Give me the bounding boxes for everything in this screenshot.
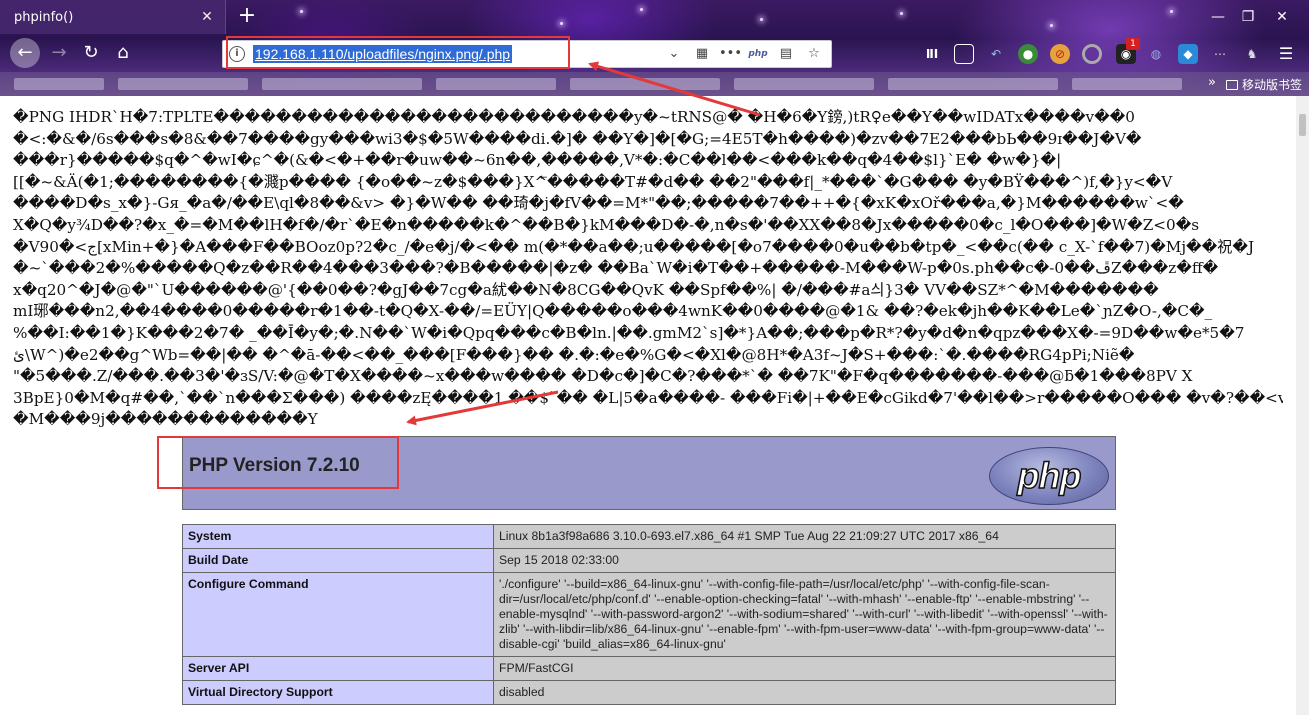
- php-logo-text: php: [1017, 454, 1082, 497]
- extension-badge: 1: [1126, 38, 1140, 50]
- more-actions-icon[interactable]: •••: [719, 43, 742, 65]
- home-button[interactable]: ⌂: [108, 38, 138, 68]
- info-value: FPM/FastCGI: [493, 656, 1116, 681]
- chevron-down-icon[interactable]: ⌄: [663, 43, 685, 65]
- extension-chain-icon[interactable]: ⋯: [1210, 44, 1230, 64]
- extension-ring-icon[interactable]: [1082, 44, 1102, 64]
- vertical-scrollbar[interactable]: [1296, 96, 1309, 715]
- info-key: Configure Command: [182, 572, 494, 657]
- evernote-icon[interactable]: ♞: [1242, 44, 1262, 64]
- mobile-bookmarks-label: 移动版书签: [1242, 78, 1303, 92]
- extension-globe-icon[interactable]: ◍: [1146, 44, 1166, 64]
- binary-line: %��I:��1�}K���2�7� _��Ī�y�;�.N��`W�i�Qpq…: [13, 323, 1245, 342]
- decor-sparkle: [760, 18, 763, 21]
- browser-tab[interactable]: phpinfo() ✕: [0, 0, 226, 34]
- png-binary-dump: �PNG IHDR`H�7:TPLTE���������������������…: [13, 107, 1283, 431]
- decor-sparkle: [1170, 10, 1173, 13]
- new-tab-button[interactable]: +: [236, 4, 258, 28]
- folder-icon: [1226, 79, 1238, 90]
- info-key: Virtual Directory Support: [182, 680, 494, 705]
- bookmark-item-blurred[interactable]: [888, 78, 1058, 90]
- info-value: './configure' '--build=x86_64-linux-gnu'…: [493, 572, 1116, 657]
- binary-line: �PNG IHDR`H�7:TPLTE���������������������…: [13, 108, 1135, 126]
- bookmark-item-blurred[interactable]: [262, 78, 422, 90]
- bookmarks-bar: » 移动版书签: [0, 72, 1309, 96]
- binary-line: ���r}�����$q�^�wI�ɕ^�(&�<�+��r�uw��~6n��…: [13, 151, 1062, 170]
- decor-sparkle: [900, 12, 903, 15]
- decor-sparkle: [640, 8, 643, 11]
- extension-green-icon[interactable]: ●: [1018, 44, 1038, 64]
- binary-line: [[�~&Ä(�1;��������{�濺p���� {�o��~z�$���}…: [13, 172, 1173, 191]
- qr-code-icon[interactable]: ▦: [691, 43, 713, 65]
- binary-line: ئ\W^)�e2��g^Wb=��|�� �^�ā-��<��_���[F���…: [13, 345, 1135, 364]
- info-key: Build Date: [182, 548, 494, 573]
- binary-line: ����D�s_x�}-Gя_�a�/��E\ql�8��&v> �}�W�� …: [13, 194, 1184, 213]
- home-icon: ⌂: [117, 42, 129, 63]
- library-icon[interactable]: ⅡⅠ: [922, 44, 942, 64]
- version-annotation-box: [157, 436, 399, 489]
- binary-line: "�5���.Z/���.��3�'�ɜS/V:�@�T�X����~x���w…: [13, 367, 1193, 386]
- binary-line: 3BpE}0�M�q#��,`��`n���Σ���) ����zĘ����1.…: [13, 388, 1283, 407]
- forward-button[interactable]: →: [44, 38, 74, 68]
- reader-icon[interactable]: ▤: [775, 43, 797, 65]
- back-button[interactable]: ←: [10, 38, 40, 68]
- binary-line: mI琊���n2,��4����0�����r�1��-t�Q�X-��/=EÜ…: [13, 302, 1213, 321]
- bookmark-item-blurred[interactable]: [734, 78, 874, 90]
- table-row: Server API FPM/FastCGI: [182, 656, 1116, 681]
- menu-icon[interactable]: ☰: [1276, 44, 1296, 64]
- block-icon[interactable]: ⊘: [1050, 44, 1070, 64]
- mobile-bookmarks-folder[interactable]: 移动版书签: [1226, 76, 1302, 93]
- binary-line: �M���9j�������������Y: [13, 410, 318, 429]
- close-window-button[interactable]: ✕: [1270, 6, 1294, 28]
- scrollbar-thumb[interactable]: [1299, 114, 1306, 136]
- browser-chrome: phpinfo() ✕ + — ❐ ✕ ← → ↻ ⌂ i 192.168.1.…: [0, 0, 1309, 96]
- binary-line: x�q20^�J�@�"`U������@'{��0��?�gJ��7cg�a紌…: [13, 280, 1159, 299]
- bookmark-item-blurred[interactable]: [570, 78, 720, 90]
- bookmark-item-blurred[interactable]: [118, 78, 248, 90]
- table-row: Configure Command './configure' '--build=…: [182, 572, 1116, 657]
- tab-title: phpinfo(): [14, 9, 74, 25]
- info-value: disabled: [493, 680, 1116, 705]
- bookmark-item-blurred[interactable]: [14, 78, 104, 90]
- php-extension-icon[interactable]: php: [747, 43, 769, 65]
- undo-icon[interactable]: ↶: [986, 44, 1006, 64]
- restore-button[interactable]: ❐: [1236, 6, 1260, 28]
- table-row: System Linux 8b1a3f98a686 3.10.0-693.el7.…: [182, 524, 1116, 549]
- binary-line: �<:�&�/6s���s�8&��7����gy���wi3�$�5W����…: [13, 129, 1142, 148]
- decor-sparkle: [1050, 24, 1053, 27]
- binary-line: X�Q�y¾D��?�x_�=�M��lH�f�/�r`�E�n�����k�^…: [13, 215, 1200, 234]
- binary-line: �~`���2�%�����Q�z��R��4���3���?�B�����|�…: [13, 259, 1219, 278]
- extension-blue-icon[interactable]: ◆: [1178, 44, 1198, 64]
- star-icon[interactable]: ☆: [803, 43, 825, 65]
- reload-button[interactable]: ↻: [76, 38, 106, 68]
- bookmarks-more-button[interactable]: »: [1208, 75, 1216, 90]
- info-key: Server API: [182, 656, 494, 681]
- arrow-left-icon: ←: [17, 42, 33, 63]
- url-annotation-box: [226, 36, 570, 69]
- minimize-button[interactable]: —: [1206, 6, 1230, 28]
- close-tab-icon[interactable]: ✕: [199, 9, 215, 25]
- table-row: Virtual Directory Support disabled: [182, 680, 1116, 705]
- bookmark-item-blurred[interactable]: [436, 78, 556, 90]
- info-key: System: [182, 524, 494, 549]
- info-value: Sep 15 2018 02:33:00: [493, 548, 1116, 573]
- page-content: �PNG IHDR`H�7:TPLTE���������������������…: [0, 96, 1296, 715]
- reload-icon: ↻: [83, 42, 99, 63]
- php-logo: php: [989, 447, 1109, 505]
- decor-sparkle: [560, 22, 563, 25]
- table-row: Build Date Sep 15 2018 02:33:00: [182, 548, 1116, 573]
- binary-line: �V90�<ج[xMin+�}�A���F��BOoz0p?2�c_/�e�j/…: [13, 237, 1255, 256]
- phpinfo-table: System Linux 8b1a3f98a686 3.10.0-693.el7.…: [182, 524, 1116, 705]
- bookmark-item-blurred[interactable]: [1072, 78, 1182, 90]
- decor-sparkle: [300, 10, 303, 13]
- sidebar-icon[interactable]: [954, 44, 974, 64]
- info-value: Linux 8b1a3f98a686 3.10.0-693.el7.x86_64…: [493, 524, 1116, 549]
- arrow-right-icon: →: [51, 42, 67, 63]
